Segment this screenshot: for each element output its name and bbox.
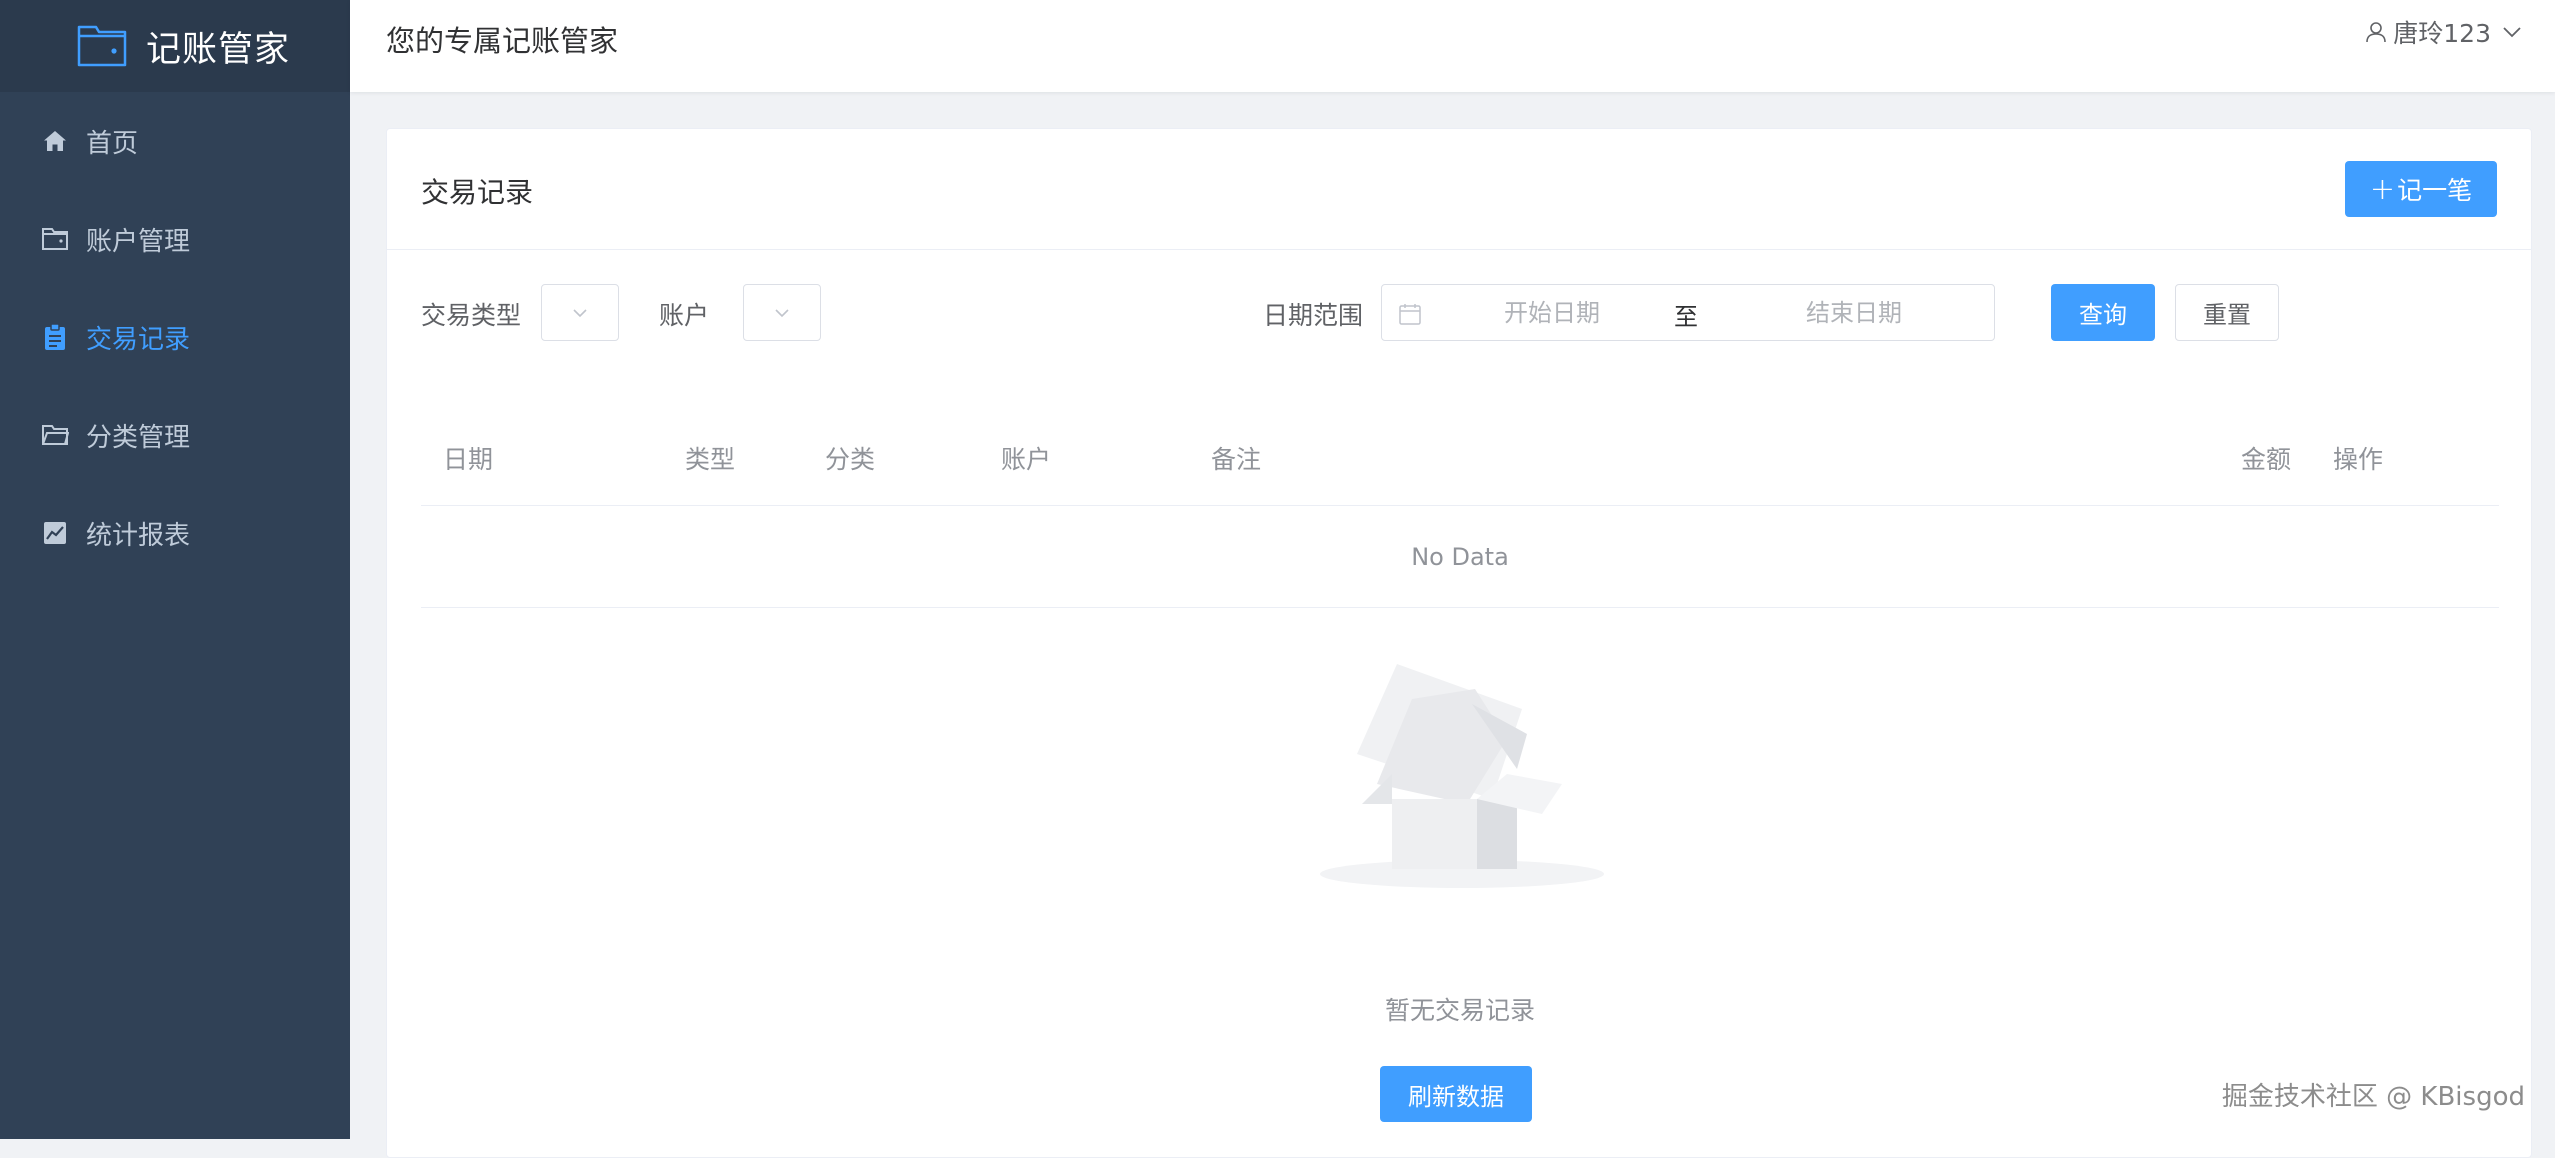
wallet-logo-icon xyxy=(76,24,128,68)
sidebar-item-label: 分类管理 xyxy=(86,417,190,454)
type-select[interactable] xyxy=(541,284,619,341)
filter-bar: 交易类型 账户 日期范围 至 查询 重置 xyxy=(421,284,2501,342)
chevron-down-icon xyxy=(772,303,792,323)
column-header-account[interactable]: 账户 xyxy=(1001,440,1051,476)
transactions-card: 交易记录 + 记一笔 交易类型 账户 日期范围 至 查询 重置 日期 类型 分类 xyxy=(386,128,2532,1158)
calendar-icon xyxy=(1398,302,1422,326)
sidebar-item-accounts[interactable]: 账户管理 xyxy=(0,190,350,288)
sidebar-item-categories[interactable]: 分类管理 xyxy=(0,386,350,484)
sidebar-item-reports[interactable]: 统计报表 xyxy=(0,484,350,582)
user-dropdown[interactable]: 唐玲123 xyxy=(2365,14,2523,50)
app-logo[interactable]: 记账管家 xyxy=(0,0,350,92)
user-icon xyxy=(2365,21,2387,43)
card-title: 交易记录 xyxy=(421,171,533,211)
wallet-icon xyxy=(40,224,70,254)
date-range-label: 日期范围 xyxy=(1263,296,1363,332)
sidebar-menu: 首页 账户管理 交易记录 分类管理 统计报表 xyxy=(0,92,350,582)
home-icon xyxy=(40,126,70,156)
transactions-table: 日期 类型 分类 账户 备注 金额 操作 No Data xyxy=(421,414,2499,608)
column-header-actions[interactable]: 操作 xyxy=(2333,440,2383,476)
folder-icon xyxy=(40,420,70,450)
empty-state-description: 暂无交易记录 xyxy=(387,991,2533,1027)
end-date-input[interactable] xyxy=(1744,285,1964,340)
account-select[interactable] xyxy=(743,284,821,341)
table-header: 日期 类型 分类 账户 备注 金额 操作 xyxy=(421,414,2499,506)
sidebar-item-label: 交易记录 xyxy=(86,319,190,356)
add-transaction-button[interactable]: + 记一笔 xyxy=(2345,161,2497,217)
chart-icon xyxy=(40,518,70,548)
sidebar: 记账管家 首页 账户管理 交易记录 分类管理 xyxy=(0,0,350,1139)
reset-button[interactable]: 重置 xyxy=(2175,284,2279,341)
sidebar-item-label: 首页 xyxy=(86,123,138,160)
refresh-data-button[interactable]: 刷新数据 xyxy=(1380,1066,1532,1122)
column-header-note[interactable]: 备注 xyxy=(1211,440,1261,476)
sidebar-item-home[interactable]: 首页 xyxy=(0,92,350,190)
empty-box-illustration xyxy=(1317,664,1607,894)
date-range-separator: 至 xyxy=(1674,297,1698,332)
start-date-input[interactable] xyxy=(1442,285,1662,340)
column-header-type[interactable]: 类型 xyxy=(685,440,735,476)
chevron-down-icon xyxy=(2501,21,2523,43)
sidebar-item-label: 账户管理 xyxy=(86,221,190,258)
card-header: 交易记录 + 记一笔 xyxy=(387,129,2531,250)
app-logo-text: 记账管家 xyxy=(146,21,290,72)
column-header-amount[interactable]: 金额 xyxy=(2241,440,2291,476)
column-header-date[interactable]: 日期 xyxy=(443,440,493,476)
column-header-category[interactable]: 分类 xyxy=(825,440,875,476)
plus-icon: + xyxy=(2370,172,2395,207)
type-filter-label: 交易类型 xyxy=(421,296,521,332)
query-button[interactable]: 查询 xyxy=(2051,284,2155,341)
date-range-picker[interactable]: 至 xyxy=(1381,284,1995,341)
header-title: 您的专属记账管家 xyxy=(386,18,618,60)
account-filter-label: 账户 xyxy=(659,296,709,332)
top-header: 您的专属记账管家 唐玲123 xyxy=(350,0,2555,92)
chevron-down-icon xyxy=(570,303,590,323)
clipboard-icon xyxy=(40,322,70,352)
sidebar-item-label: 统计报表 xyxy=(86,515,190,552)
username: 唐玲123 xyxy=(2393,14,2491,50)
add-transaction-label: 记一笔 xyxy=(2397,171,2472,207)
sidebar-item-transactions[interactable]: 交易记录 xyxy=(0,288,350,386)
table-empty-row: No Data xyxy=(421,506,2499,608)
watermark: 掘金技术社区 @ KBisgod xyxy=(2222,1076,2525,1113)
